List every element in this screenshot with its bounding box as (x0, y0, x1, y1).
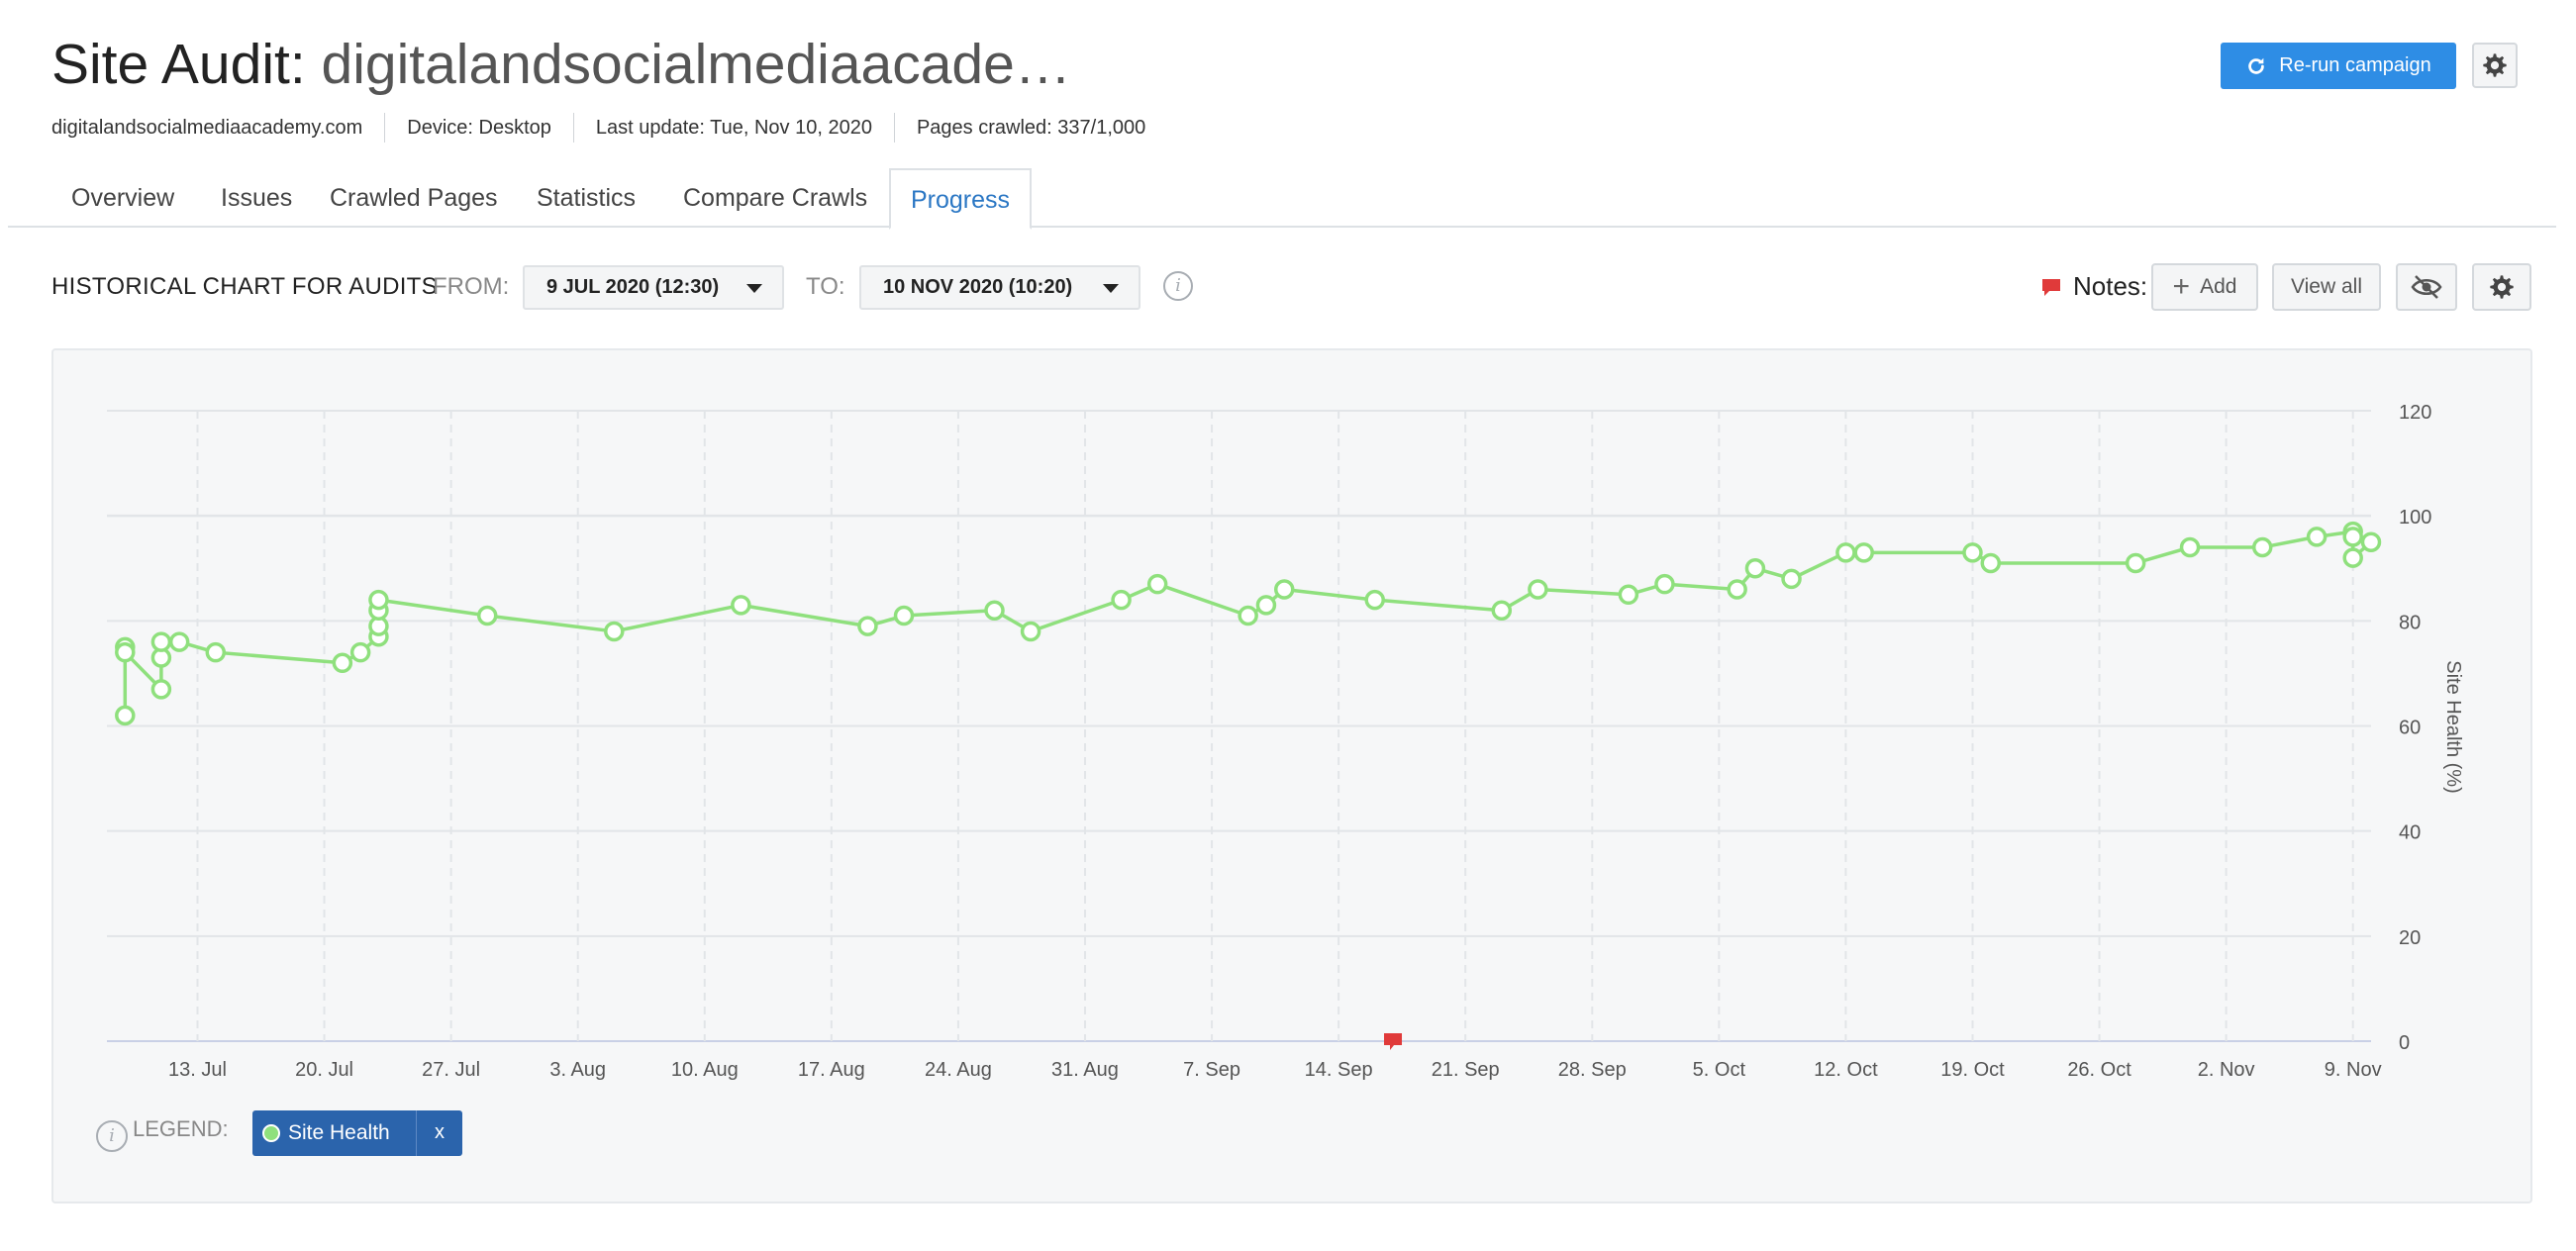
legend-info-icon[interactable]: i (96, 1120, 128, 1152)
data-point (2179, 536, 2201, 558)
data-point (2360, 531, 2382, 552)
legend-series-label: Site Health (288, 1121, 390, 1144)
data-point (168, 631, 190, 652)
x-tick-label: 12. Oct (1814, 1059, 1878, 1081)
data-point (1111, 589, 1132, 611)
y-tick-label: 120 (2399, 402, 2431, 424)
legend-label: LEGEND: (133, 1116, 229, 1141)
data-point (2342, 527, 2363, 547)
x-tick-label: 2. Nov (2198, 1059, 2255, 1081)
data-point (368, 589, 389, 611)
x-tick-label: 28. Sep (1558, 1059, 1627, 1081)
y-tick-label: 60 (2399, 718, 2421, 739)
y-axis-title: Site Health (%) (2442, 660, 2464, 794)
data-point (2125, 552, 2146, 574)
x-tick-label: 5. Oct (1693, 1059, 1746, 1081)
x-tick-label: 13. Jul (168, 1059, 227, 1081)
data-point (1238, 605, 1258, 626)
x-tick-label: 17. Aug (798, 1059, 865, 1081)
x-tick-label: 19. Oct (1940, 1059, 2005, 1081)
data-point (1528, 579, 1548, 600)
data-point (604, 621, 625, 642)
data-point (150, 631, 172, 652)
data-point (2251, 536, 2273, 558)
x-tick-label: 3. Aug (549, 1059, 606, 1081)
data-point (1273, 579, 1295, 600)
x-tick-label: 27. Jul (422, 1059, 480, 1081)
series-color-dot (262, 1124, 280, 1142)
data-point (1781, 568, 1802, 590)
note-marker-icon (1384, 1033, 1403, 1050)
x-tick-label: 21. Sep (1432, 1059, 1500, 1081)
data-point (2306, 527, 2328, 547)
x-tick-label: 9. Nov (2325, 1059, 2382, 1081)
data-point (332, 652, 353, 674)
y-tick-label: 100 (2399, 507, 2431, 529)
x-tick-label: 31. Aug (1051, 1059, 1119, 1081)
y-tick-label: 80 (2399, 612, 2421, 633)
x-tick-label: 24. Aug (925, 1059, 992, 1081)
data-point (115, 705, 136, 726)
data-point (1491, 600, 1513, 621)
y-tick-label: 40 (2399, 822, 2421, 844)
data-point (349, 641, 371, 663)
data-point (1618, 584, 1639, 606)
x-tick-label: 7. Sep (1183, 1059, 1240, 1081)
y-tick-label: 0 (2399, 1032, 2410, 1054)
x-tick-label: 26. Oct (2067, 1059, 2131, 1081)
x-tick-label: 20. Jul (295, 1059, 353, 1081)
data-point (115, 641, 136, 663)
y-tick-label: 20 (2399, 927, 2421, 949)
data-point (1364, 589, 1385, 611)
data-point (731, 595, 751, 616)
data-point (476, 605, 498, 626)
site-health-chart: 0 20 40 60 80 100 120 13. Jul 20. Jul 27. Jul 3. A… (107, 402, 2464, 1081)
data-point (1654, 573, 1675, 595)
data-point (857, 616, 878, 636)
data-point (1146, 573, 1168, 595)
data-point (1835, 542, 1856, 563)
data-point (1980, 552, 2002, 574)
remove-series-button[interactable]: x (416, 1110, 462, 1156)
data-point (1020, 621, 1041, 642)
legend-series-site-health[interactable]: Site Health x (252, 1110, 462, 1156)
data-point (1853, 542, 1874, 563)
data-point (150, 679, 172, 700)
data-point (984, 600, 1005, 621)
data-point (205, 641, 227, 663)
x-tick-label: 14. Sep (1305, 1059, 1373, 1081)
data-point (1962, 542, 1983, 563)
data-point (1744, 558, 1766, 579)
x-tick-label: 10. Aug (671, 1059, 739, 1081)
data-point (893, 605, 915, 626)
data-point (2342, 547, 2363, 568)
data-point (1255, 595, 1277, 616)
data-point (1727, 579, 1747, 600)
